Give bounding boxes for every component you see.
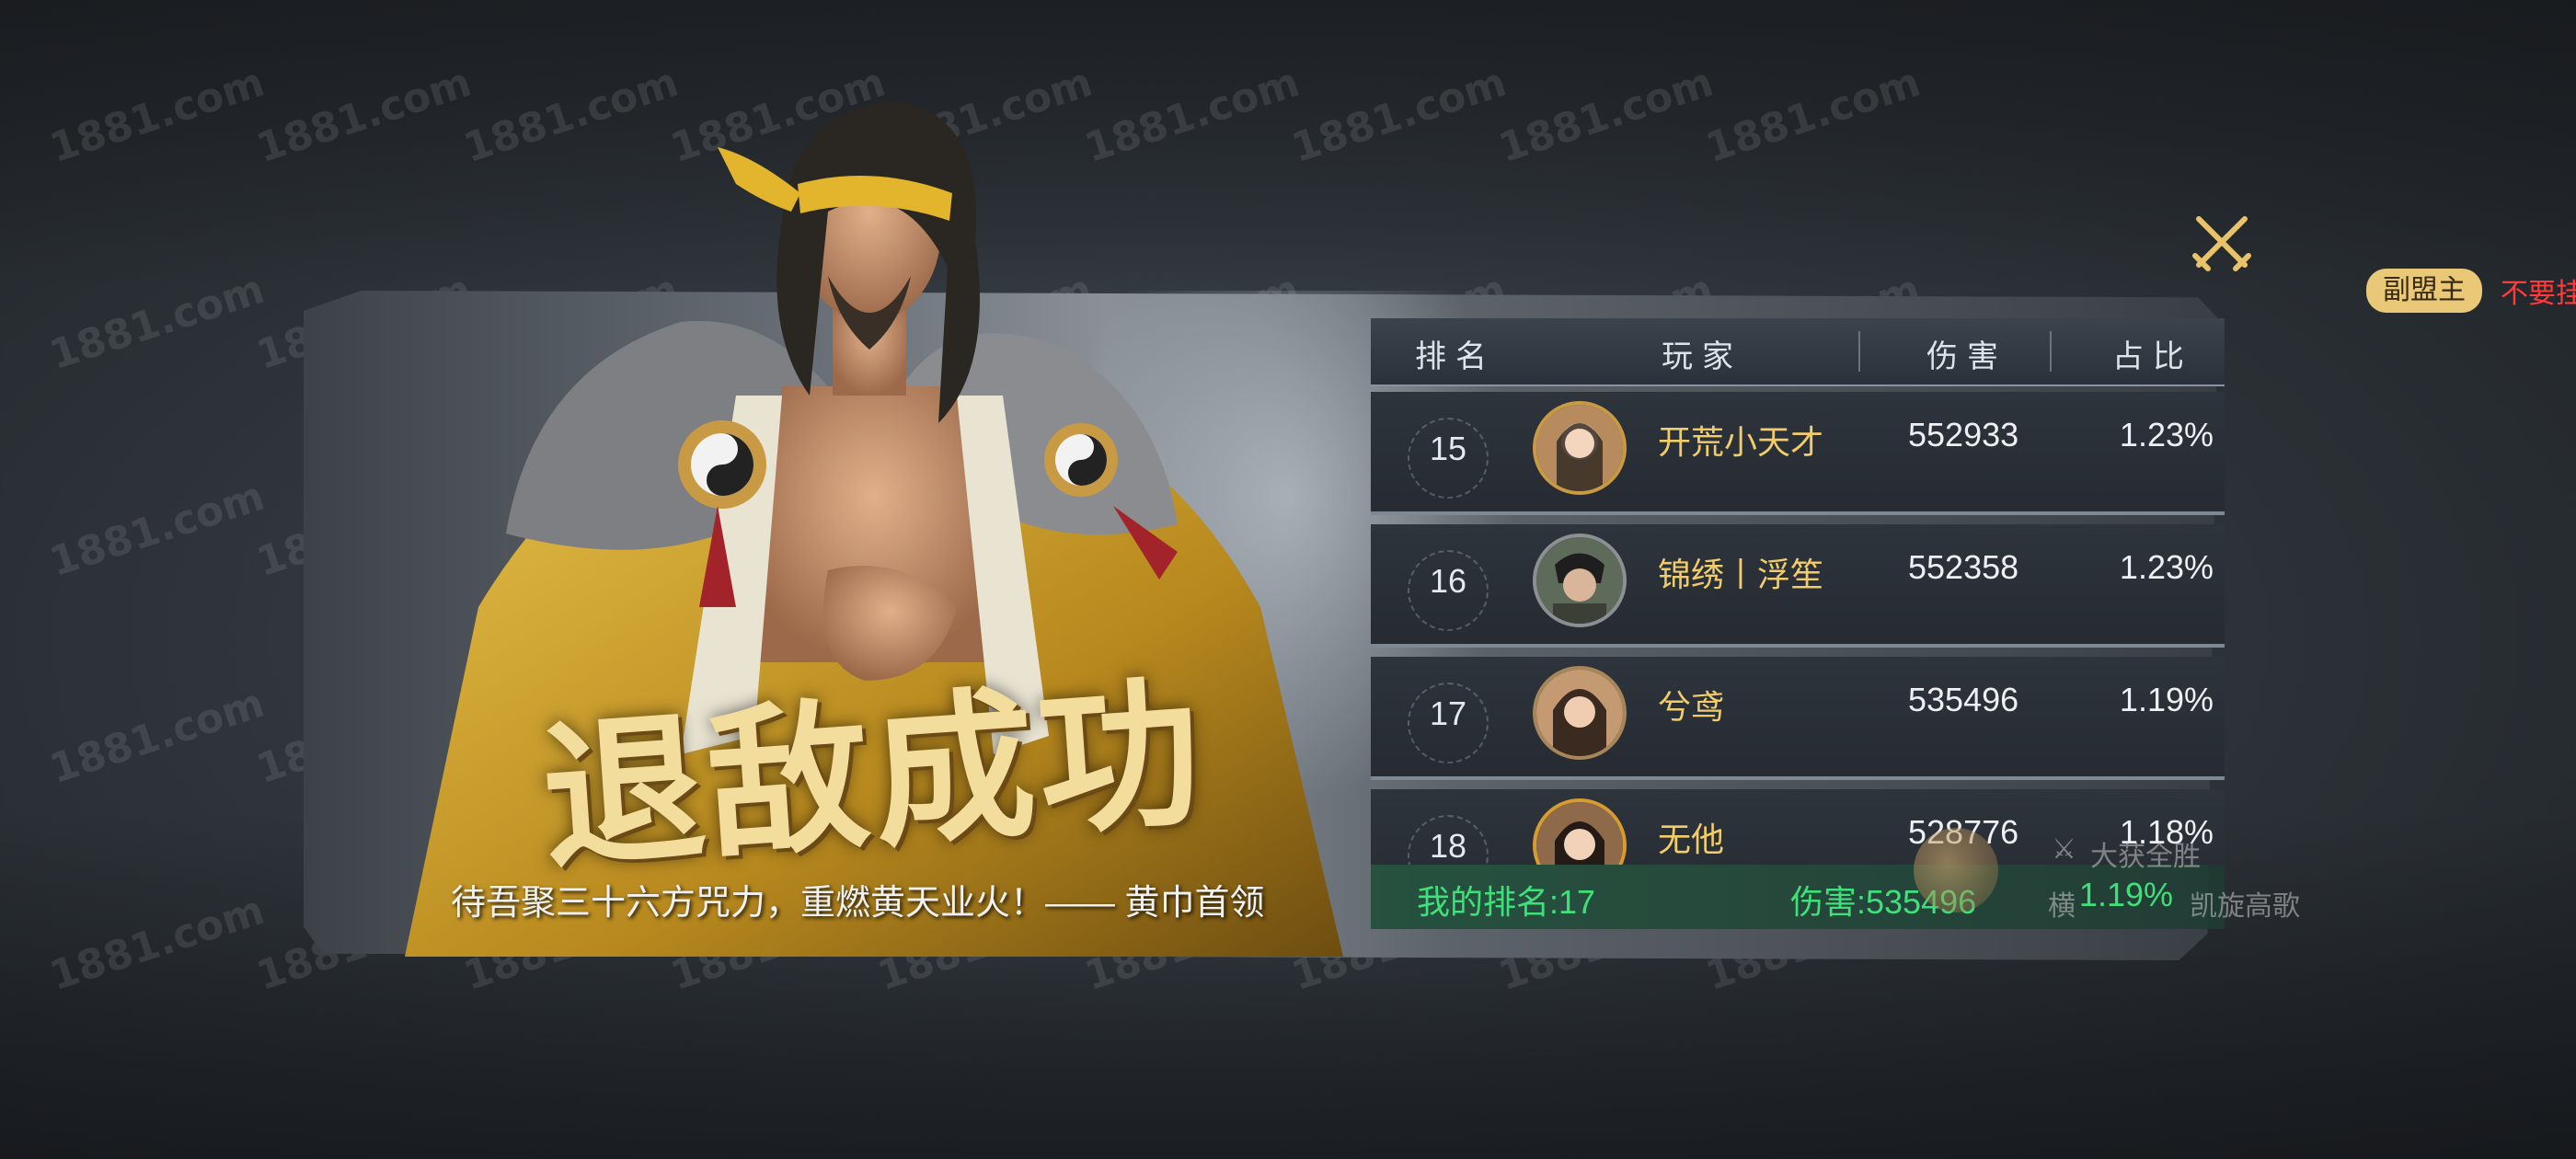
faded-victory-text: 大获全胜 (2090, 842, 2201, 872)
player-avatar[interactable] (1533, 401, 1627, 495)
rank-number: 17 (1408, 683, 1489, 763)
player-name: 兮鸢 (1658, 688, 1725, 726)
damage-value: 552933 (1908, 416, 2019, 453)
victory-title: 退敌成功 (535, 657, 1211, 893)
header-rank: 排名 (1415, 339, 1496, 374)
faded-sword-icon: ⚔ (2052, 834, 2076, 865)
faded-reward-icon (1914, 828, 1998, 912)
table-header: 排名 玩家 伤害 占比 (1371, 318, 2225, 386)
table-row[interactable]: 15 开荒小天才 552933 1.23% (1371, 392, 2225, 515)
close-crossed-swords-icon[interactable] (2190, 210, 2254, 274)
table-row[interactable]: 16 锦绣丨浮笙 552358 1.23% (1371, 524, 2225, 648)
header-divider (2050, 331, 2052, 372)
player-avatar[interactable] (1533, 534, 1627, 627)
boss-quote: 待吾聚三十六方咒力，重燃黄天业火！—— 黄巾首领 (451, 884, 1265, 923)
my-ratio: 1.19% (2078, 876, 2173, 913)
faded-label-b: 凯旋高歌 (2190, 891, 2300, 922)
header-damage: 伤害 (1926, 339, 2007, 374)
faded-label-a: 横 (2048, 891, 2076, 922)
my-ranking-row: 我的排名:17 伤害:535496 1.19% (1371, 865, 2225, 929)
damage-ratio: 1.23% (2119, 416, 2214, 453)
ranking-list[interactable]: 15 开荒小天才 552933 1.23% 16 锦绣丨浮笙 552358 1.… (1371, 392, 2225, 865)
header-player: 玩家 (1662, 339, 1742, 374)
table-row[interactable]: 17 兮鸢 535496 1.19% (1371, 657, 2225, 780)
player-name: 无他 (1658, 820, 1725, 858)
rank-number: 15 (1408, 418, 1489, 499)
damage-value: 552358 (1908, 548, 2019, 586)
rank-number: 18 (1408, 815, 1489, 865)
header-divider (1858, 331, 1860, 372)
damage-ratio: 1.19% (2119, 681, 2214, 718)
player-avatar[interactable] (1533, 798, 1627, 865)
player-name: 锦绣丨浮笙 (1658, 556, 1824, 593)
damage-value: 535496 (1908, 681, 2019, 718)
role-badge: 副盟主 (2366, 269, 2482, 313)
player-name: 开荒小天才 (1658, 423, 1824, 461)
rank-number: 16 (1408, 550, 1489, 631)
player-avatar[interactable] (1533, 666, 1627, 760)
header-ratio: 占比 (2112, 339, 2193, 374)
chat-warning-text: 不要挂 (2501, 279, 2576, 309)
my-rank: 我的排名:17 (1417, 883, 1596, 921)
damage-ratio: 1.23% (2119, 548, 2214, 586)
